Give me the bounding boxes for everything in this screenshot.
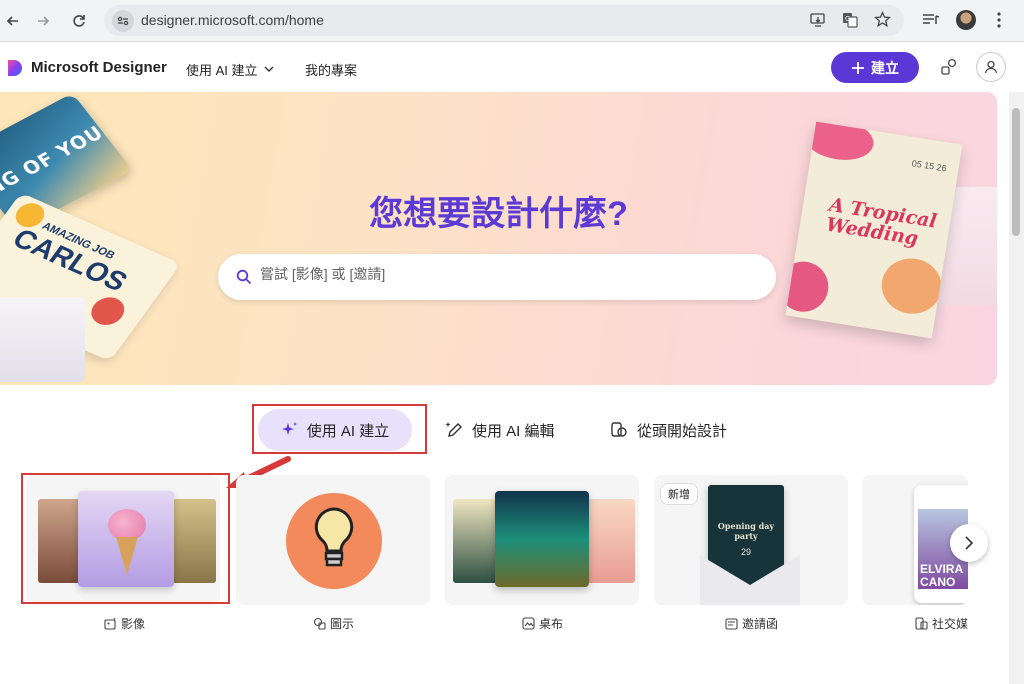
page-scrollbar-thumb[interactable] [1012,108,1020,236]
brand-name[interactable]: Microsoft Designer [31,59,167,76]
account-icon[interactable] [976,52,1006,82]
lightbulb-icon [314,507,354,567]
tab-edit-with-ai[interactable]: 使用 AI 編輯 [444,409,555,451]
category-label-icons-text: 圖示 [330,617,355,631]
create-button-label: 建立 [871,59,899,76]
social-post-icon [915,617,928,630]
category-label-icons[interactable]: 圖示 [313,615,354,632]
invitation-icon [725,618,738,630]
chevron-down-icon [264,66,274,72]
url-text: designer.microsoft.com/home [141,12,324,28]
icon-shape-icon [313,617,326,630]
category-label-invitations[interactable]: 邀請函 [725,615,778,632]
reload-icon[interactable] [66,8,92,34]
prompt-search-input[interactable] [260,266,740,282]
category-card-icons[interactable] [236,475,430,605]
shapes-icon[interactable] [934,52,964,82]
category-label-wallpaper[interactable]: 桌布 [522,615,563,632]
search-icon [236,269,252,285]
category-label-social[interactable]: 社交媒 [915,615,968,632]
annotation-highlight-tab [252,404,427,454]
svg-text:G: G [845,15,850,23]
category-label-images[interactable]: 影像 [104,615,145,632]
scratch-design-icon [611,422,627,437]
browser-toolbar: designer.microsoft.com/home G [0,0,1024,42]
translate-icon[interactable]: G [842,12,858,33]
forward-icon[interactable] [30,8,56,34]
social-card-title: ELVIRA CANO [920,562,963,589]
plus-icon [852,61,864,74]
category-label-invitations-text: 邀請函 [742,617,779,631]
bookmark-star-icon[interactable] [873,10,892,33]
category-label-images-text: 影像 [121,617,146,631]
deco-pedestal [0,297,85,382]
chevron-right-icon [965,536,974,550]
wallpaper-icon [522,617,535,630]
pen-sparkle-icon [445,422,462,437]
nav-create-with-ai-label: 使用 AI 建立 [186,63,258,78]
install-app-icon[interactable] [810,12,826,33]
nav-create-with-ai[interactable]: 使用 AI 建立 [186,60,274,79]
nav-my-projects[interactable]: 我的專案 [305,60,357,79]
tab-design-from-scratch[interactable]: 從頭開始設計 [609,409,727,451]
site-info-icon[interactable] [112,10,134,32]
wedding-title: A Tropical Wedding [824,193,939,250]
invitation-date: 29 [740,547,751,557]
image-sparkle-icon [104,617,116,630]
category-card-invitations[interactable]: 新增 Opening day party 29 [654,475,848,605]
profile-avatar[interactable] [956,10,976,30]
carousel-next-button[interactable] [950,524,988,562]
invitation-title: Opening day party [717,521,775,541]
annotation-highlight-card [21,473,230,604]
create-button[interactable]: 建立 [831,52,919,83]
tab-design-from-scratch-label: 從頭開始設計 [637,422,728,440]
app-header: Microsoft Designer 使用 AI 建立 我的專案 建立 [0,43,1024,91]
category-label-social-text: 社交媒 [932,617,969,631]
category-label-wallpaper-text: 桌布 [539,617,564,631]
wedding-date: 05 15 26 [911,158,948,174]
address-bar[interactable]: designer.microsoft.com/home G [104,5,904,36]
more-menu-icon[interactable] [996,11,1002,34]
designer-logo-icon[interactable] [4,58,24,83]
category-card-wallpaper[interactable] [445,475,639,605]
tab-edit-with-ai-label: 使用 AI 編輯 [472,422,555,440]
prompt-search-box[interactable] [218,254,776,300]
hero-banner: NG OF YOU AMAZING JOB CARLOS 您想要設計什麼? 05… [0,92,997,385]
deco-wedding-card: 05 15 26 A Tropical Wedding [785,121,963,339]
new-badge: 新增 [660,483,698,505]
back-icon[interactable] [0,8,26,34]
media-controls-icon[interactable] [922,12,940,33]
